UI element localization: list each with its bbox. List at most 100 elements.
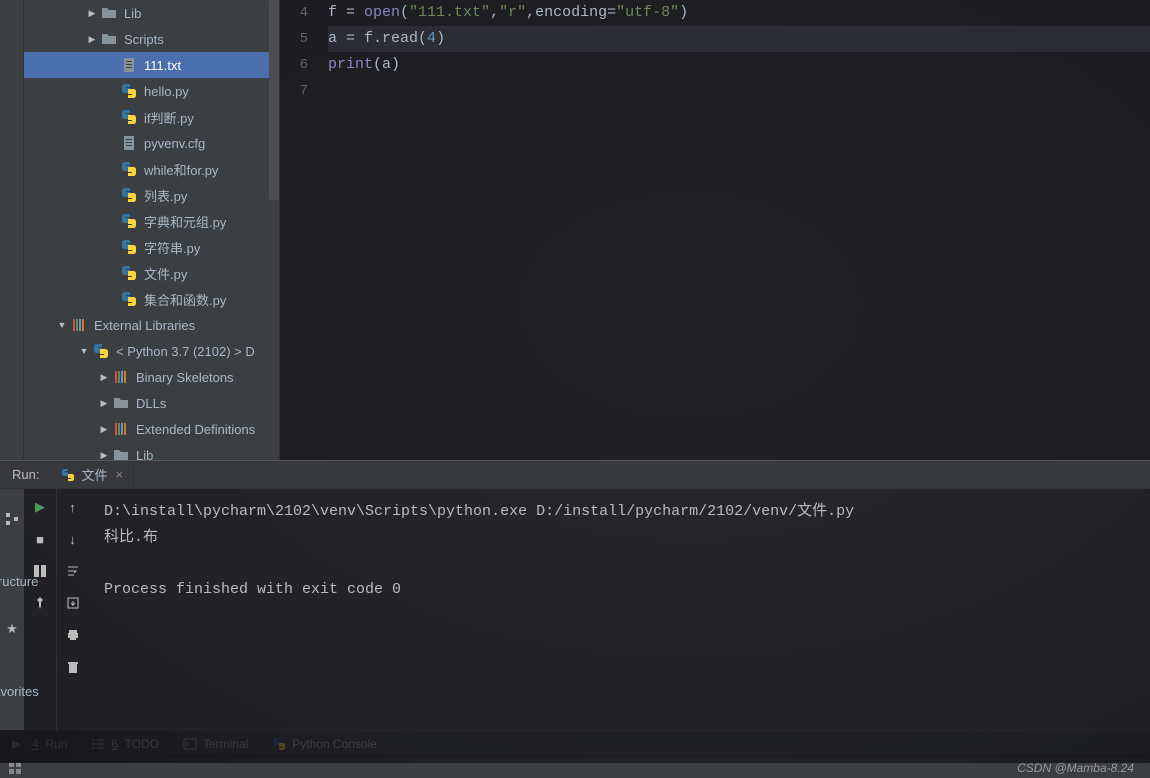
structure-icon[interactable] <box>2 509 22 529</box>
tree-label: 集合和函数.py <box>144 290 226 309</box>
run-tool-window: Run: 文件 × 7: Structure ★ 2: Favorites ▶ … <box>0 460 1150 730</box>
tree-item[interactable]: Binary Skeletons <box>24 364 279 390</box>
run-tab-label: 文件 <box>81 465 107 484</box>
tree-label: < Python 3.7 (2102) > D <box>116 344 255 359</box>
tree-item[interactable]: 字典和元组.py <box>24 208 279 234</box>
chevron-down-icon <box>54 320 70 331</box>
run-tab[interactable]: 文件 × <box>51 461 134 488</box>
py-icon <box>120 160 138 178</box>
console-line: 科比.布 <box>104 525 1134 551</box>
chevron-icon <box>96 372 112 383</box>
tree-label: while和for.py <box>144 160 218 179</box>
tree-label: pyvenv.cfg <box>144 136 205 151</box>
tree-label: Binary Skeletons <box>136 370 234 385</box>
tree-item[interactable]: 字符串.py <box>24 234 279 260</box>
stop-button[interactable]: ■ <box>30 529 50 549</box>
tree-item[interactable]: Scripts <box>24 26 279 52</box>
terminal-tab-button[interactable]: Terminal <box>183 737 248 751</box>
external-libraries[interactable]: External Libraries <box>24 312 279 338</box>
status-bar: CSDN @Mamba-8.24 <box>0 756 1150 778</box>
run-tab-button[interactable]: ▶ 4: Run <box>12 737 67 751</box>
tree-item[interactable]: DLLs <box>24 390 279 416</box>
tree-item[interactable]: pyvenv.cfg <box>24 130 279 156</box>
py-icon <box>120 290 138 308</box>
chevron-icon <box>96 424 112 435</box>
console-line: D:\install\pycharm\2102\venv\Scripts\pyt… <box>104 499 1134 525</box>
tree-item[interactable]: if判断.py <box>24 104 279 130</box>
folder-icon <box>112 446 130 460</box>
py-icon <box>120 108 138 126</box>
star-icon[interactable]: ★ <box>2 619 22 639</box>
tree-label: Extended Definitions <box>136 422 255 437</box>
console-output[interactable]: D:\install\pycharm\2102\venv\Scripts\pyt… <box>88 489 1150 730</box>
tree-label: DLLs <box>136 396 166 411</box>
tree-label: 111.txt <box>144 58 181 73</box>
code-area[interactable]: f = open("111.txt","r",encoding="utf-8")… <box>320 0 1150 460</box>
tree-label: hello.py <box>144 84 189 99</box>
tree-item[interactable]: 集合和函数.py <box>24 286 279 312</box>
play-icon: ▶ <box>12 737 26 751</box>
tree-label: 文件.py <box>144 264 187 283</box>
txt-icon <box>120 134 138 152</box>
py-icon <box>120 82 138 100</box>
run-toolbar-2: ↑ ↓ <box>56 489 88 730</box>
tree-label: Scripts <box>124 32 164 47</box>
python-sdk[interactable]: < Python 3.7 (2102) > D <box>24 338 279 364</box>
todo-tab-button[interactable]: 6: TODO <box>91 737 159 751</box>
python-icon <box>61 468 75 482</box>
print-icon[interactable] <box>63 625 83 645</box>
txt-icon <box>120 56 138 74</box>
libbar-icon <box>112 420 130 438</box>
tree-label: 字符串.py <box>144 238 200 257</box>
py-icon <box>120 212 138 230</box>
chevron-icon <box>96 398 112 409</box>
tree-item[interactable]: 文件.py <box>24 260 279 286</box>
tree-item[interactable]: 列表.py <box>24 182 279 208</box>
tree-item[interactable]: 111.txt <box>24 52 279 78</box>
chevron-icon <box>84 8 100 19</box>
tree-item[interactable]: hello.py <box>24 78 279 104</box>
chevron-down-icon <box>76 346 92 357</box>
line-gutter: 4 5 6 7 <box>280 0 320 460</box>
left-rail-lower: 7: Structure ★ 2: Favorites <box>0 489 24 730</box>
scrollbar[interactable] <box>269 0 279 200</box>
folder-icon <box>100 4 118 22</box>
tree-label: External Libraries <box>94 318 195 333</box>
libbar-icon <box>112 368 130 386</box>
terminal-icon <box>183 737 197 751</box>
list-icon <box>91 737 105 751</box>
tree-item[interactable]: while和for.py <box>24 156 279 182</box>
scroll-icon[interactable] <box>63 593 83 613</box>
up-arrow-icon[interactable]: ↑ <box>63 497 83 517</box>
run-button[interactable]: ▶ <box>30 497 50 517</box>
chevron-icon <box>96 450 112 461</box>
close-icon[interactable]: × <box>115 467 123 482</box>
chevron-icon <box>84 34 100 45</box>
py-icon <box>120 186 138 204</box>
trash-icon[interactable] <box>63 657 83 677</box>
project-tree[interactable]: Lib Scripts 111.txt hello.py if判断.py pyvenv.c… <box>24 0 280 460</box>
pin-button[interactable] <box>30 593 50 613</box>
py-icon <box>120 238 138 256</box>
run-toolbar-1: ▶ ■ <box>24 489 56 730</box>
python-console-tab-button[interactable]: Python Console <box>272 737 377 751</box>
layout-button[interactable] <box>30 561 50 581</box>
library-icon <box>70 316 88 334</box>
tree-label: Lib <box>124 6 141 21</box>
wrap-icon[interactable] <box>63 561 83 581</box>
tree-label: Lib <box>136 448 153 461</box>
left-tool-rail <box>0 0 24 460</box>
tree-item[interactable]: Lib <box>24 442 279 460</box>
python-icon <box>92 342 110 360</box>
down-arrow-icon[interactable]: ↓ <box>63 529 83 549</box>
tree-label: 字典和元组.py <box>144 212 226 231</box>
code-editor[interactable]: 4 5 6 7 f = open("111.txt","r",encoding=… <box>280 0 1150 460</box>
tree-label: if判断.py <box>144 108 194 127</box>
bottom-toolbar: ▶ 4: Run 6: TODO Terminal Python Console <box>0 730 1150 756</box>
folder-icon <box>100 30 118 48</box>
folder-icon <box>112 394 130 412</box>
tree-item[interactable]: Extended Definitions <box>24 416 279 442</box>
run-title: Run: <box>0 467 51 482</box>
tree-item[interactable]: Lib <box>24 0 279 26</box>
tree-label: 列表.py <box>144 186 187 205</box>
